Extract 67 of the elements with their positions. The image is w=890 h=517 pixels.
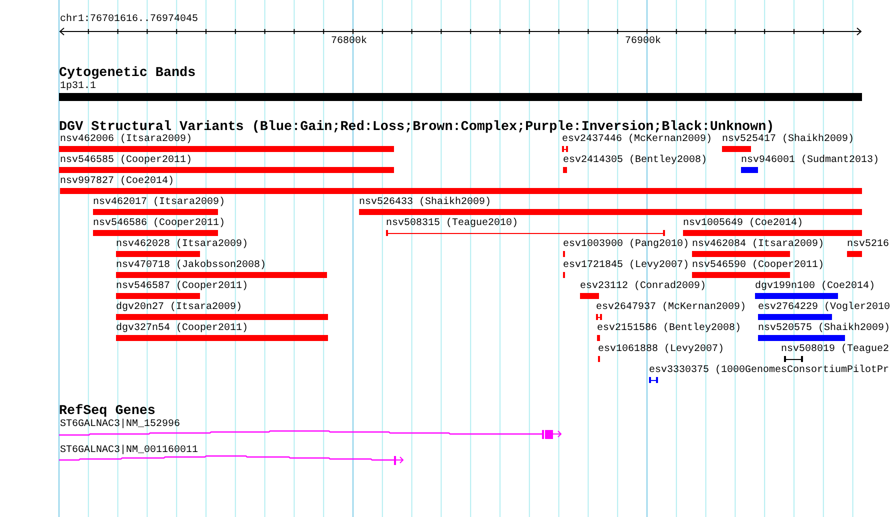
variant-label[interactable]: esv3330375 (1000GenomesConsortiumPilotPr: [649, 365, 890, 376]
variant-label[interactable]: nsv462028 (Itsara2009): [116, 239, 248, 250]
gene-label[interactable]: ST6GALNAC3|NM_152996: [60, 419, 180, 430]
variant-label[interactable]: nsv546585 (Cooper2011): [60, 155, 192, 166]
variant-bar[interactable]: [847, 251, 862, 257]
variant-bar[interactable]: [580, 293, 599, 299]
variant-label[interactable]: nsv470718 (Jakobsson2008): [116, 260, 266, 271]
variant-bar[interactable]: [60, 188, 862, 194]
gene-model-drawing[interactable]: [59, 430, 562, 439]
variant-interval[interactable]: [649, 377, 658, 383]
variant-label[interactable]: nsv508019 (Teague2: [781, 344, 890, 355]
track-title: DGV Structural Variants (Blue:Gain;Red:Loss;Brown:Complex;Purple:Inversion;Black:Unknown): [59, 121, 774, 134]
variant-bar[interactable]: [116, 251, 200, 257]
variant-bar[interactable]: [116, 272, 327, 278]
location-label: chr1:76701616..76974045: [60, 14, 198, 25]
variant-label[interactable]: dgv327n54 (Cooper2011): [116, 323, 248, 334]
variant-label[interactable]: nsv946001 (Sudmant2013): [741, 155, 880, 166]
variant-bar[interactable]: [93, 230, 218, 236]
variant-label[interactable]: nsv462017 (Itsara2009): [93, 197, 226, 208]
variant-label[interactable]: nsv508315 (Teague2010): [386, 218, 518, 229]
variant-label[interactable]: esv2647937 (McKernan2009): [596, 302, 746, 313]
variant-label[interactable]: nsv997827 (Coe2014): [60, 176, 174, 187]
variant-bar[interactable]: [741, 167, 758, 173]
band-label: 1p31.1: [60, 81, 96, 92]
variant-bar[interactable]: [93, 209, 218, 215]
variant-label[interactable]: esv2437446 (McKernan2009): [562, 134, 712, 145]
variant-bar[interactable]: [59, 146, 394, 152]
variant-bar[interactable]: [597, 335, 600, 341]
variant-label[interactable]: esv1721845 (Levy2007): [563, 260, 690, 271]
variant-label[interactable]: esv2764229 (Vogler2010: [758, 302, 890, 313]
variant-label[interactable]: esv1003900 (Pang2010): [563, 239, 690, 250]
track-title: RefSeq Genes: [59, 405, 156, 418]
variant-interval[interactable]: [784, 356, 803, 362]
variant-label[interactable]: nsv546586 (Cooper2011): [93, 218, 226, 229]
ruler-tick-label: 76900k: [625, 36, 662, 47]
variant-bar[interactable]: [758, 314, 832, 320]
variant-bar[interactable]: [692, 272, 790, 278]
variant-label[interactable]: nsv462084 (Itsara2009): [692, 239, 824, 250]
variant-bar[interactable]: [563, 167, 567, 173]
variant-bar[interactable]: [758, 335, 845, 341]
variant-bar[interactable]: [722, 146, 751, 152]
variant-bar[interactable]: [692, 251, 790, 257]
gene-model-drawing[interactable]: [59, 455, 404, 465]
variant-label[interactable]: nsv525417 (Shaikh2009): [722, 134, 854, 145]
variant-bar[interactable]: [116, 314, 328, 320]
ruler-tick-label: 76800k: [331, 36, 368, 47]
variant-label[interactable]: nsv520575 (Shaikh2009): [758, 323, 890, 334]
variant-label[interactable]: nsv546590 (Cooper2011): [692, 260, 824, 271]
variant-label[interactable]: nsv546587 (Cooper2011): [116, 281, 248, 292]
variant-bar[interactable]: [359, 209, 862, 215]
variant-bar[interactable]: [116, 335, 328, 341]
variant-label[interactable]: nsv526433 (Shaikh2009): [359, 197, 492, 208]
variant-label[interactable]: nsv5216: [847, 239, 890, 250]
variant-bar[interactable]: [755, 293, 838, 299]
gene-label[interactable]: ST6GALNAC3|NM_001160011: [60, 445, 198, 456]
variant-label[interactable]: nsv462006 (Itsara2009): [60, 134, 192, 145]
variant-label[interactable]: esv2151586 (Bentley2008): [597, 323, 742, 334]
variant-label[interactable]: nsv1005649 (Coe2014): [683, 218, 804, 229]
variant-label[interactable]: dgv20n27 (Itsara2009): [116, 302, 242, 313]
track-title: Cytogenetic Bands: [59, 67, 196, 80]
variant-label[interactable]: dgv199n100 (Coe2014): [755, 281, 876, 292]
variant-bar[interactable]: [59, 167, 394, 173]
variant-bar[interactable]: [116, 293, 200, 299]
variant-label[interactable]: esv23112 (Conrad2009): [580, 281, 706, 292]
variant-bar[interactable]: [683, 230, 862, 236]
variant-label[interactable]: esv1061888 (Levy2007): [598, 344, 724, 355]
variant-label[interactable]: esv2414305 (Bentley2008): [563, 155, 708, 166]
